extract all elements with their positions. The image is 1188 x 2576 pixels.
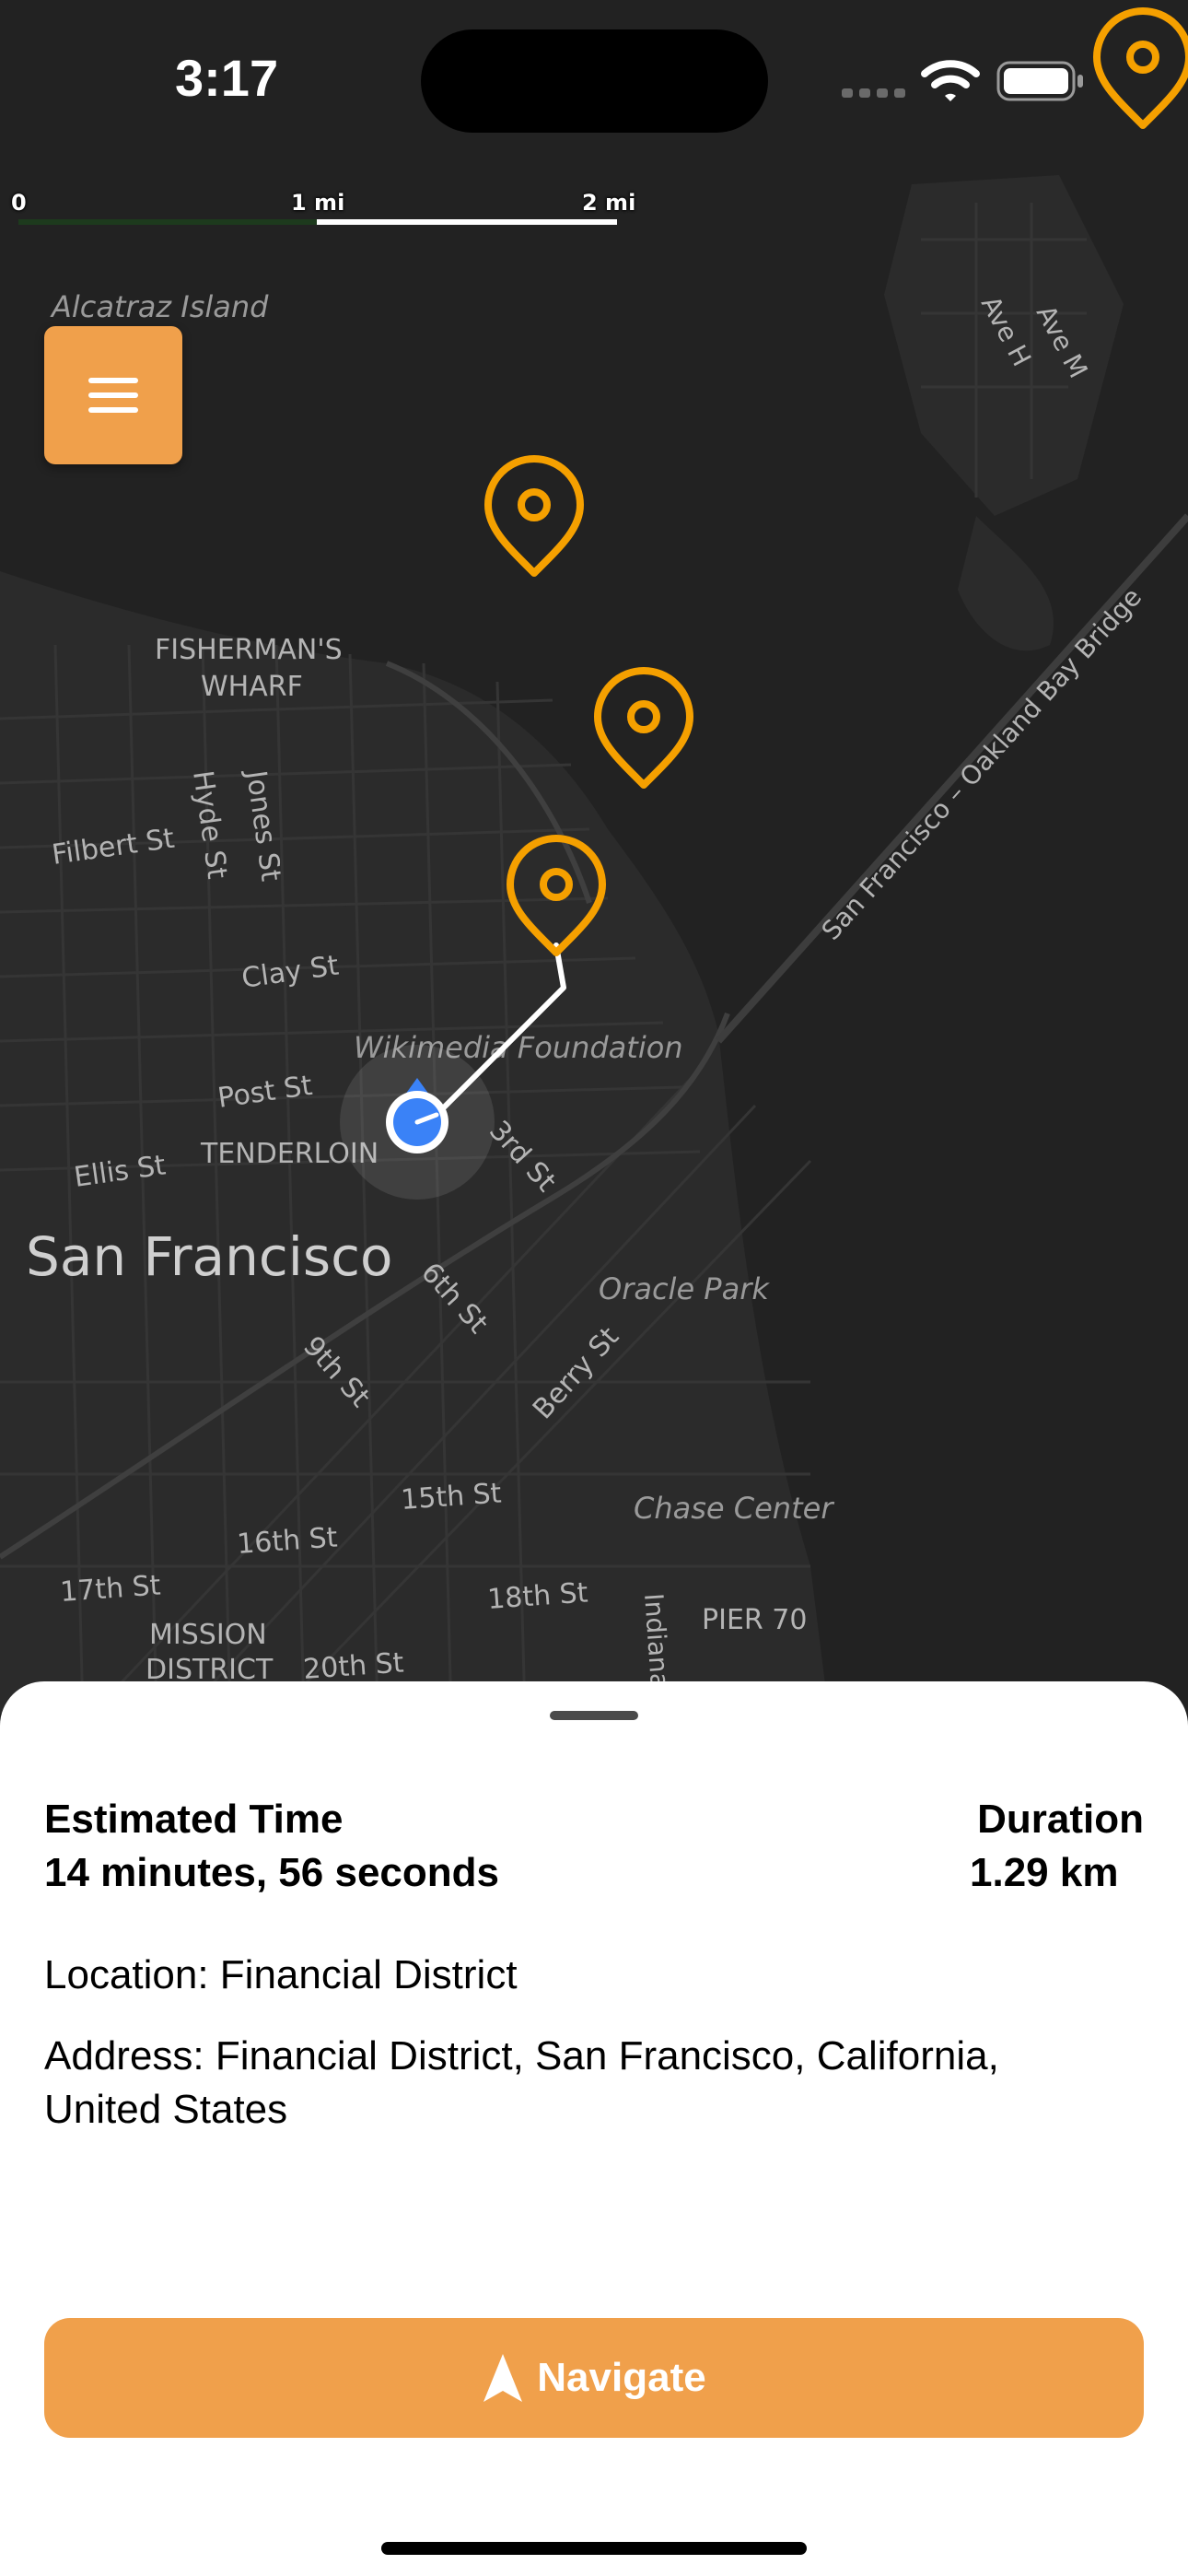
status-bar: 3:17 — [0, 0, 1188, 157]
navigate-button-content: Navigate — [44, 2318, 1144, 2438]
app-screen: Alcatraz Island FISHERMAN'S WHARF Ave H … — [0, 0, 1188, 2576]
home-indicator[interactable] — [381, 2542, 807, 2555]
scale-label-2mi: 2 mi — [582, 190, 636, 216]
map-label-alcatraz: Alcatraz Island — [50, 289, 269, 324]
menu-button[interactable] — [44, 326, 182, 464]
route-info-sheet: Estimated Time 14 minutes, 56 seconds Du… — [0, 1681, 1188, 2576]
cellular-signal-icon — [842, 88, 905, 98]
battery-icon — [996, 61, 1083, 101]
status-time: 3:17 — [175, 49, 279, 107]
navigate-button[interactable]: Navigate — [44, 2318, 1144, 2438]
duration-title: Duration — [977, 1797, 1144, 1842]
address-line-1: Address: Financial District, San Francis… — [44, 2033, 999, 2078]
map-label-mission: MISSION — [149, 1619, 267, 1651]
hamburger-icon-line — [88, 407, 138, 413]
map-scale: 0 1 mi 2 mi — [11, 190, 637, 230]
address-line-2: United States — [44, 2087, 288, 2132]
scale-bar-segment-1 — [18, 219, 324, 225]
user-location-icon — [340, 1045, 495, 1200]
map-label-city: San Francisco — [26, 1225, 392, 1288]
navigate-button-label: Navigate — [537, 2355, 706, 2400]
sheet-grabber[interactable] — [550, 1711, 638, 1720]
duration-value: 1.29 km — [970, 1850, 1119, 1895]
hamburger-icon — [88, 378, 138, 383]
wifi-icon — [921, 60, 980, 101]
location-text: Location: Financial District — [44, 1952, 518, 1997]
map-label-chase: Chase Center — [634, 1491, 834, 1526]
map-label-fishermans-wharf: FISHERMAN'S — [155, 634, 343, 666]
scale-label-0: 0 — [11, 190, 27, 216]
map-view[interactable]: Alcatraz Island FISHERMAN'S WHARF Ave H … — [0, 0, 1188, 1714]
estimated-time-value: 14 minutes, 56 seconds — [44, 1850, 499, 1895]
scale-label-1mi: 1 mi — [291, 190, 345, 216]
map-label-pier70: PIER 70 — [702, 1604, 807, 1636]
map-label-fishermans-wharf-2: WHARF — [201, 671, 303, 703]
scale-bar-segment-2 — [317, 219, 617, 225]
map-label-oracle: Oracle Park — [599, 1271, 770, 1306]
estimated-time-title: Estimated Time — [44, 1797, 344, 1842]
hamburger-icon-line — [88, 392, 138, 398]
navigation-arrow-icon — [483, 2354, 523, 2402]
dynamic-island — [421, 29, 768, 133]
